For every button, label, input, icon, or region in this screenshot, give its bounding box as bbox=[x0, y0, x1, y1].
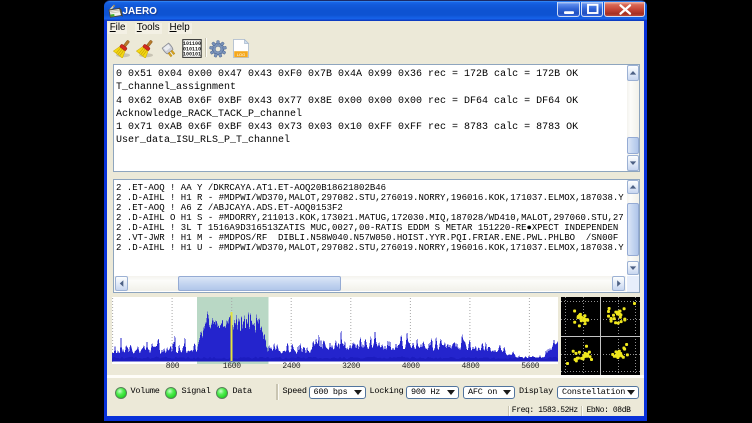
svg-text:100101: 100101 bbox=[183, 52, 201, 58]
svg-text:LOG: LOG bbox=[236, 52, 244, 57]
